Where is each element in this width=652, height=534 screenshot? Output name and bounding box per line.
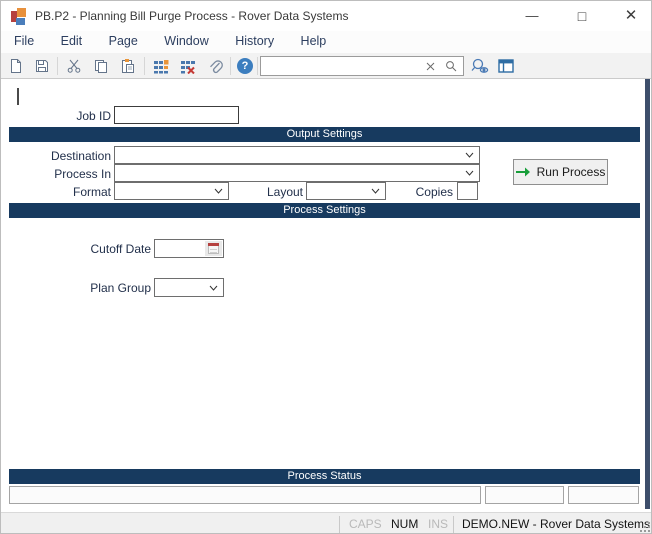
process-status-field-left [485,486,564,504]
new-document-icon[interactable] [5,55,27,77]
destination-dropdown[interactable] [114,146,480,164]
copy-icon[interactable] [90,55,112,77]
form-area: Job ID Output Settings Destination Proce… [1,79,651,512]
caps-lock-indicator: CAPS [349,517,382,531]
menu-help[interactable]: Help [290,31,338,53]
calendar-icon [208,243,219,254]
copies-label: Copies [415,185,453,199]
cutoff-date-field[interactable] [154,239,224,258]
insert-mode-indicator: INS [428,517,449,531]
process-status-field-main [9,486,481,504]
copies-input[interactable] [457,182,478,200]
process-status-header: Process Status [9,469,640,484]
menu-file[interactable]: File [3,31,45,53]
maximize-button[interactable]: □ [559,1,605,31]
resize-grip-icon[interactable] [640,522,651,533]
menu-edit[interactable]: Edit [50,31,94,53]
search-box [260,56,464,76]
insert-rows-icon[interactable] [150,55,172,77]
menu-history[interactable]: History [224,31,285,53]
run-process-button[interactable]: Run Process [513,159,608,185]
plan-group-label: Plan Group [90,281,151,295]
destination-label: Destination [50,149,111,163]
advanced-find-icon[interactable] [469,55,491,77]
search-magnifier-icon[interactable] [444,59,458,73]
help-icon[interactable]: ? [234,55,256,77]
layout-dropdown[interactable] [306,182,386,200]
attachment-icon[interactable] [204,55,226,77]
job-id-label: Job ID [76,109,111,123]
scrollbar-strip[interactable] [645,79,650,509]
chevron-down-icon [465,152,474,158]
save-icon[interactable] [31,55,53,77]
search-input[interactable] [264,58,424,74]
minimize-button[interactable]: — [509,1,555,31]
process-in-label: Process In [54,167,111,181]
search-clear-icon[interactable] [423,59,437,73]
chevron-down-icon [214,188,223,194]
chevron-down-icon [209,285,218,291]
output-settings-header: Output Settings [9,127,640,142]
close-button[interactable]: ✕ [608,1,651,31]
format-dropdown[interactable] [114,182,229,200]
menu-window[interactable]: Window [153,31,219,53]
process-settings-header: Process Settings [9,203,640,218]
layout-label: Layout [266,185,303,199]
job-id-input[interactable] [114,106,239,124]
menu-bar: File Edit Page Window History Help [1,31,651,53]
delete-rows-icon[interactable] [177,55,199,77]
process-status-field-right [568,486,639,504]
app-logo-icon [11,8,28,25]
chevron-down-icon [465,170,474,176]
chevron-down-icon [371,188,380,194]
title-bar: PB.P2 - Planning Bill Purge Process - Ro… [1,1,651,31]
cutoff-date-label: Cutoff Date [90,242,151,256]
run-arrow-icon [515,167,530,177]
process-in-dropdown[interactable] [114,164,480,182]
toolbar: ? [1,53,651,79]
format-label: Format [72,185,111,199]
num-lock-indicator: NUM [391,517,419,531]
cut-icon[interactable] [63,55,85,77]
text-caret [17,88,19,105]
app-window: PB.P2 - Planning Bill Purge Process - Ro… [0,0,652,534]
plan-group-dropdown[interactable] [154,278,224,297]
status-bar: CAPS NUM INS DEMO.NEW - Rover Data Syste… [1,512,651,533]
session-context: DEMO.NEW - Rover Data Systems [462,517,651,531]
layout-view-icon[interactable] [495,55,517,77]
calendar-button[interactable] [205,241,222,256]
paste-icon[interactable] [117,55,139,77]
menu-page[interactable]: Page [98,31,149,53]
window-title: PB.P2 - Planning Bill Purge Process - Ro… [35,9,349,23]
